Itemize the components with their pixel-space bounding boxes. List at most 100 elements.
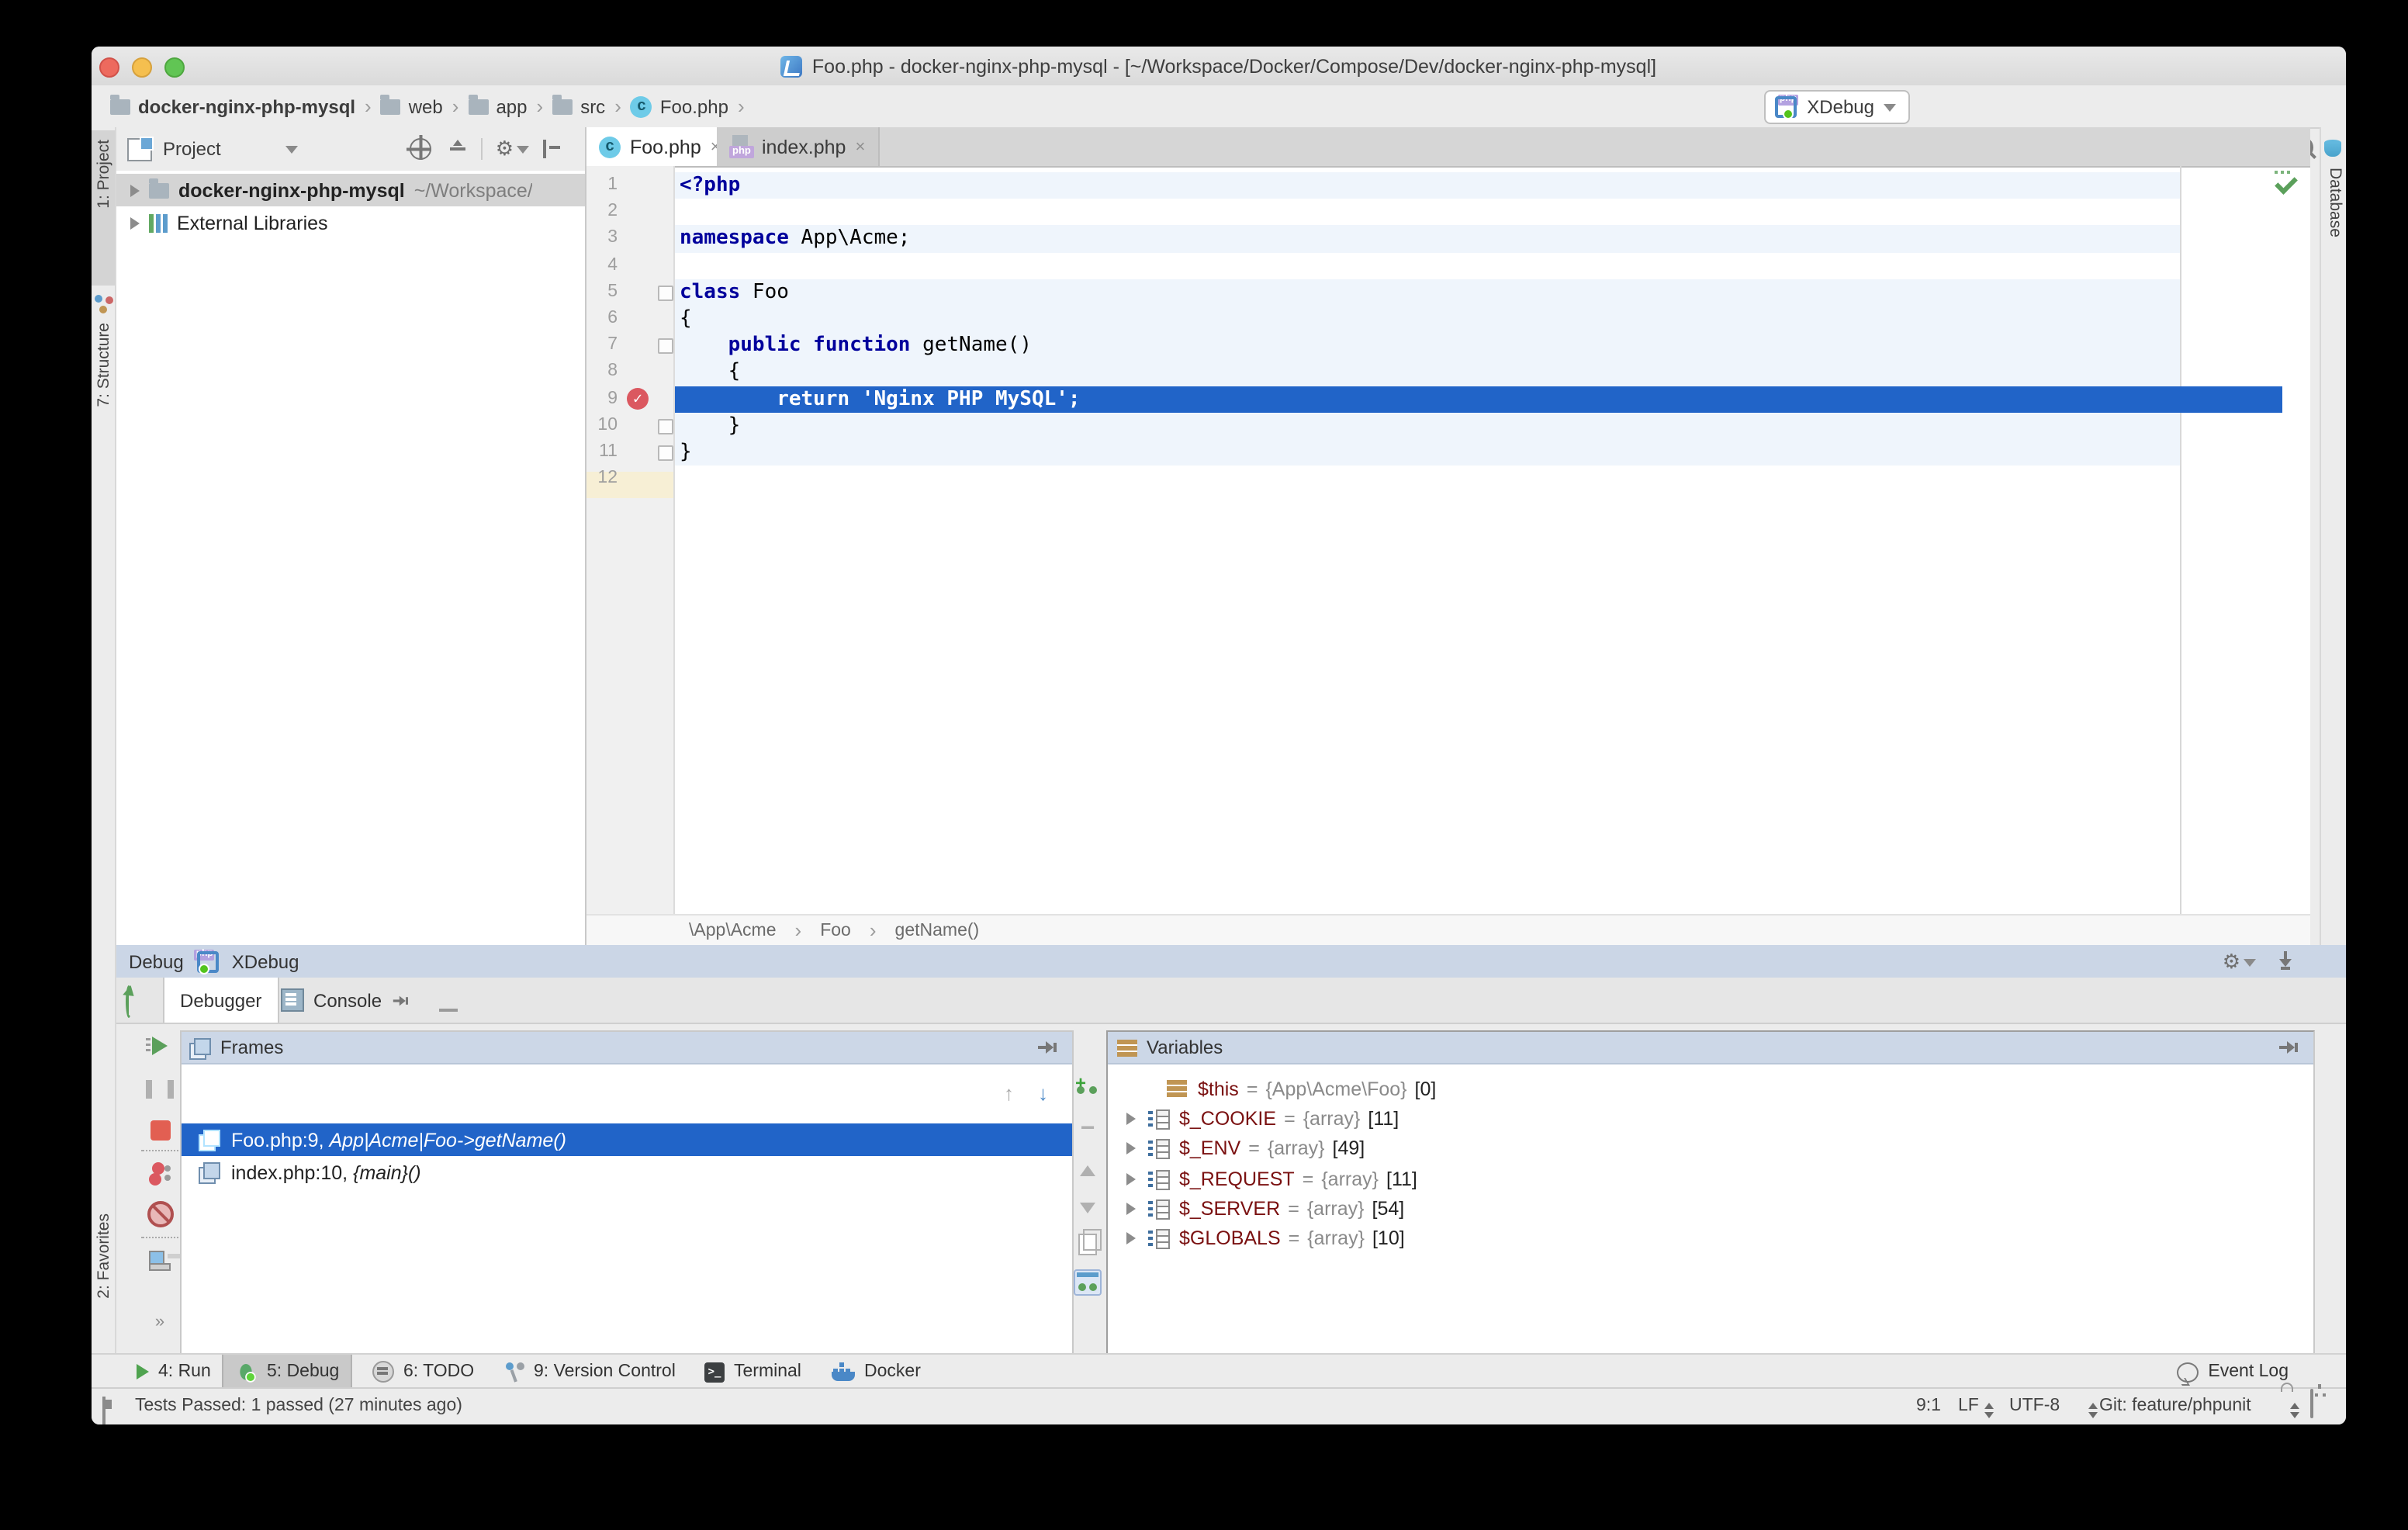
- breadcrumb-method[interactable]: getName(): [895, 921, 980, 940]
- breadcrumb-file[interactable]: c Foo.php: [631, 95, 728, 117]
- caret-position[interactable]: 9:1: [1916, 1397, 1941, 1415]
- show-watches-in-variables-button[interactable]: [1074, 1268, 1102, 1296]
- down-triangle-icon: [1080, 1202, 1095, 1213]
- hide-frames-button[interactable]: [1038, 1038, 1060, 1057]
- tab-console[interactable]: Console: [265, 978, 428, 1023]
- encoding-widget[interactable]: UTF-8: [2009, 1397, 2060, 1415]
- add-watch-button[interactable]: +: [1074, 1069, 1102, 1097]
- hide-variables-button[interactable]: [2279, 1038, 2301, 1057]
- toolwindow-version-control-button[interactable]: 9: Version Control: [495, 1355, 687, 1389]
- stripe-structure-button[interactable]: 7: Structure: [95, 323, 113, 415]
- fold-marker[interactable]: [658, 419, 673, 434]
- pause-program-button[interactable]: [146, 1075, 174, 1103]
- gear-icon[interactable]: ⚙: [2223, 949, 2240, 974]
- toolwindow-run-button[interactable]: 4: Run: [126, 1355, 222, 1389]
- close-window-button[interactable]: [99, 57, 119, 78]
- remove-watch-button[interactable]: −: [1074, 1116, 1102, 1144]
- hide-panel-button[interactable]: [543, 140, 562, 158]
- frame-row-current[interactable]: Foo.php:9, App|Acme|Foo->getName(): [182, 1123, 1072, 1156]
- breadcrumb-src[interactable]: src: [552, 95, 605, 117]
- equals: =: [1289, 1227, 1300, 1249]
- code-line[interactable]: 3namespace App\Acme;: [586, 226, 2310, 252]
- project-view-dropdown[interactable]: [286, 145, 299, 153]
- view-breakpoints-button[interactable]: [146, 1159, 174, 1187]
- current-execution-line[interactable]: 9✓ return 'Nginx PHP MySQL';: [586, 386, 2310, 412]
- code-line[interactable]: 12: [586, 466, 2310, 492]
- hide-debug-panel-button[interactable]: [2276, 951, 2295, 973]
- toolwindow-terminal-button[interactable]: >_ Terminal: [694, 1355, 812, 1389]
- expander-icon[interactable]: [1126, 1142, 1136, 1154]
- status-message[interactable]: Tests Passed: 1 passed (27 minutes ago): [135, 1397, 462, 1415]
- minimize-window-button[interactable]: [132, 57, 152, 78]
- breadcrumb-namespace[interactable]: \App\Acme: [689, 921, 777, 940]
- gear-icon[interactable]: ⚙: [496, 137, 514, 161]
- code-line[interactable]: 6{: [586, 306, 2310, 332]
- toolwindow-debug-button[interactable]: 5: Debug: [222, 1355, 351, 1389]
- frame-row[interactable]: index.php:10, {main}(): [182, 1156, 1072, 1189]
- git-branch-widget[interactable]: Git: feature/phpunit: [2099, 1397, 2251, 1415]
- variable-row-globals[interactable]: $GLOBALS = {array} [10]: [1108, 1224, 2313, 1254]
- mute-breakpoints-button[interactable]: [146, 1199, 174, 1227]
- code-line[interactable]: 4: [586, 252, 2310, 279]
- move-watch-up-button[interactable]: [1074, 1156, 1102, 1184]
- toolwindow-docker-button[interactable]: Docker: [821, 1355, 932, 1389]
- variable-row-cookie[interactable]: $_COOKIE = {array} [11]: [1108, 1104, 2313, 1134]
- expander-icon[interactable]: [1126, 1172, 1136, 1185]
- zoom-window-button[interactable]: [164, 57, 185, 78]
- code-line[interactable]: 10 }: [586, 413, 2310, 439]
- stripe-favorites-button[interactable]: 2: Favorites: [95, 1213, 113, 1307]
- expander-icon[interactable]: [130, 184, 140, 196]
- tab-foo-php[interactable]: c Foo.php ×: [586, 127, 735, 166]
- class-file-icon: c: [599, 136, 621, 158]
- show-execution-point-button[interactable]: [436, 985, 461, 1013]
- frame-down-button[interactable]: ↓: [1038, 1082, 1048, 1105]
- event-log-button[interactable]: Event Log: [2166, 1355, 2299, 1389]
- fold-marker[interactable]: [658, 445, 673, 461]
- variable-row-request[interactable]: $_REQUEST = {array} [11]: [1108, 1164, 2313, 1194]
- fold-marker[interactable]: [658, 338, 673, 354]
- run-configuration-select[interactable]: php XDebug: [1764, 90, 1910, 124]
- code-line[interactable]: 7 public function getName(): [586, 332, 2310, 358]
- fold-marker[interactable]: [658, 286, 673, 301]
- stripe-project-button[interactable]: 1: Project: [95, 140, 113, 216]
- breadcrumb-class[interactable]: Foo: [820, 921, 851, 940]
- variable-row-this[interactable]: $this = {App\Acme\Foo} [0]: [1108, 1074, 2313, 1104]
- code-line[interactable]: 8 {: [586, 359, 2310, 386]
- tab-index-php[interactable]: php index.php ×: [717, 127, 879, 166]
- stripe-database-button[interactable]: Database: [2326, 168, 2344, 245]
- expander-icon[interactable]: [1126, 1232, 1136, 1244]
- stop-session-button[interactable]: [146, 1116, 174, 1144]
- expander-icon[interactable]: [1126, 1113, 1136, 1125]
- code-line[interactable]: 11}: [586, 439, 2310, 466]
- rerun-button[interactable]: [126, 988, 132, 1016]
- code-line[interactable]: 2: [586, 199, 2310, 225]
- tab-debugger[interactable]: Debugger: [163, 978, 279, 1023]
- external-libraries-row[interactable]: External Libraries: [116, 206, 585, 239]
- breadcrumb-root[interactable]: docker-nginx-php-mysql: [110, 95, 355, 117]
- code-line[interactable]: 1<?php: [586, 172, 2310, 199]
- restore-layout-button[interactable]: [146, 1246, 174, 1274]
- project-root-row[interactable]: docker-nginx-php-mysql ~/Workspace/: [116, 174, 585, 206]
- breadcrumb-web[interactable]: web: [381, 95, 443, 117]
- variable-type: {array}: [1321, 1168, 1379, 1189]
- toggle-toolwindows-button[interactable]: [102, 1398, 106, 1424]
- code-line[interactable]: 5class Foo: [586, 279, 2310, 306]
- copy-value-button[interactable]: [1074, 1231, 1102, 1258]
- variable-row-server[interactable]: $_SERVER = {array} [54]: [1108, 1193, 2313, 1224]
- breakpoint-icon[interactable]: ✓: [627, 388, 649, 410]
- more-options-button[interactable]: »: [146, 1308, 174, 1336]
- stop-icon: [150, 1120, 170, 1140]
- breadcrumb-app[interactable]: app: [468, 95, 527, 117]
- variable-row-env[interactable]: $_ENV = {array} [49]: [1108, 1134, 2313, 1164]
- collapse-all-button[interactable]: [449, 140, 468, 158]
- expander-icon[interactable]: [130, 216, 140, 229]
- close-tab-icon[interactable]: ×: [855, 137, 865, 156]
- frame-up-button[interactable]: ↑: [1004, 1082, 1014, 1105]
- toolwindow-todo-button[interactable]: 6: TODO: [362, 1355, 485, 1389]
- locate-file-button[interactable]: [410, 138, 432, 160]
- expander-icon[interactable]: [1126, 1203, 1136, 1215]
- highlighting-level-button[interactable]: [2310, 1390, 2313, 1418]
- move-watch-down-button[interactable]: [1074, 1193, 1102, 1221]
- resume-program-button[interactable]: [146, 1032, 174, 1060]
- line-separator-widget[interactable]: LF: [1958, 1397, 1979, 1415]
